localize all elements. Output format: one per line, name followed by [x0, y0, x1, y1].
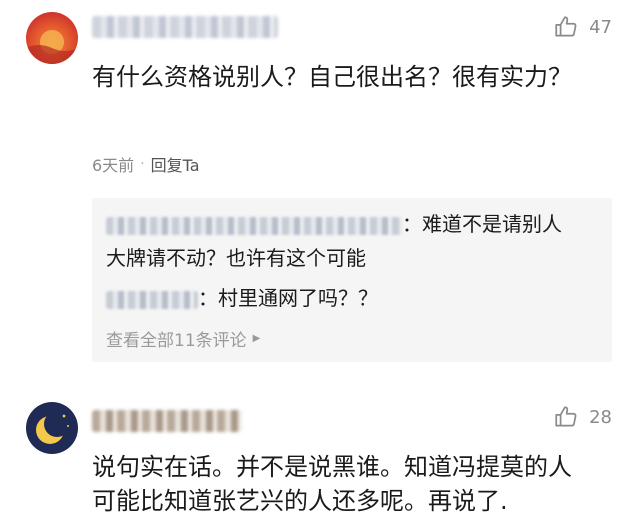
avatar[interactable] [26, 402, 78, 454]
like-count: 47 [589, 16, 612, 38]
sunset-avatar-image [26, 30, 78, 64]
like-button[interactable]: 47 [553, 14, 612, 40]
thumbs-up-icon [555, 406, 577, 427]
meta-separator: · [140, 156, 145, 172]
username-blurred[interactable] [92, 16, 278, 38]
comment-item: 28 说句实在话。并不是说黑谁。知道冯提莫的人可能比知道张艺兴的人还多呢。再说了… [0, 392, 628, 524]
comment-meta: 6天前 · 回复Ta [92, 152, 200, 176]
reply-text: ：村里通网了吗？？ [198, 286, 378, 310]
like-button[interactable]: 28 [553, 404, 612, 430]
comment-item: 47 有什么资格说别人？自己很出名？很有实力？ 6天前 · 回复Ta ：难道不是… [0, 0, 628, 392]
triangle-right-icon: ▶ [252, 333, 261, 344]
reply-text: 大牌请不动？也许有这个可能 [106, 246, 366, 270]
like-count: 28 [589, 406, 612, 428]
reply-author-blurred[interactable] [106, 216, 402, 235]
comment-text: 说句实在话。并不是说黑谁。知道冯提莫的人可能比知道张艺兴的人还多呢。再说了. [92, 453, 572, 515]
comment-time: 6天前 [92, 156, 135, 175]
view-all-replies-link[interactable]: 查看全部11条评论 ▶ [106, 326, 260, 351]
view-all-label: 查看全部11条评论 [106, 331, 247, 351]
reply-item: ：村里通网了吗？？ [106, 284, 378, 312]
replies-box: ：难道不是请别人 大牌请不动？也许有这个可能 ：村里通网了吗？？ 查看全部11条… [92, 198, 612, 362]
username-blurred[interactable] [92, 410, 242, 432]
crescent-moon-icon [36, 411, 70, 444]
reply-item-continuation: 大牌请不动？也许有这个可能 [106, 244, 366, 272]
reply-item: ：难道不是请别人 [106, 210, 562, 238]
reply-author-blurred[interactable] [106, 290, 198, 309]
avatar[interactable] [26, 12, 78, 64]
reply-button[interactable]: 回复Ta [151, 152, 200, 176]
reply-text: ：难道不是请别人 [402, 212, 562, 236]
comment-text: 有什么资格说别人？自己很出名？很有实力？ [92, 63, 572, 91]
thumbs-up-icon [555, 16, 577, 37]
